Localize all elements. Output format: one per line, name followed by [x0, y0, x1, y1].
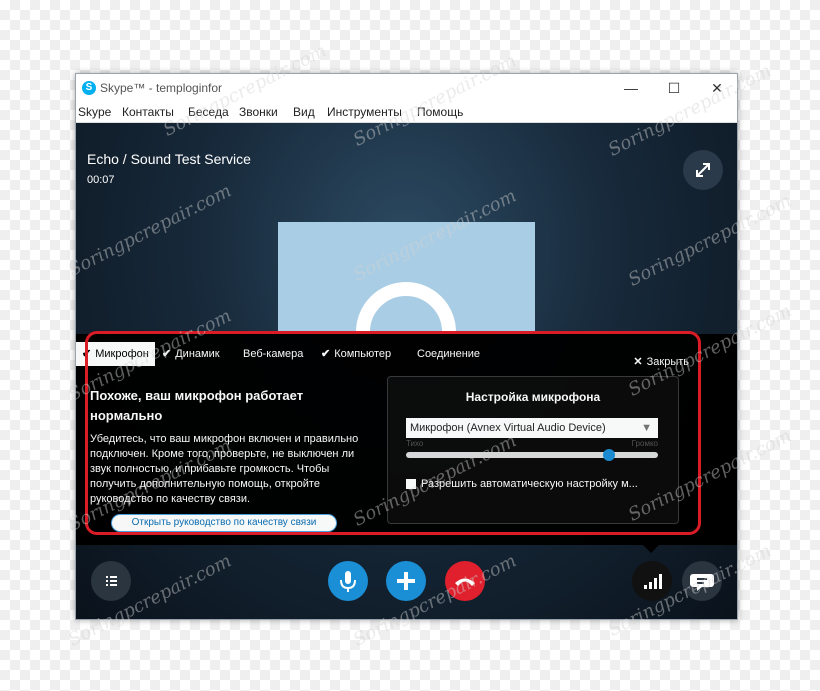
call-quality-button[interactable]	[632, 561, 672, 601]
menu-conversation[interactable]: Беседа	[188, 105, 229, 119]
skype-logo-icon: S	[82, 81, 96, 95]
list-icon	[106, 576, 117, 586]
mute-mic-button[interactable]	[328, 561, 368, 601]
contact-avatar	[278, 222, 535, 334]
title-bar: S Skype™ - temploginfor — ☐ ✕	[76, 74, 737, 102]
call-title: Echo / Sound Test Service	[87, 151, 251, 167]
close-window-button[interactable]: ✕	[697, 78, 737, 98]
hang-up-icon	[455, 578, 475, 586]
signal-strength-icon	[644, 574, 662, 589]
chat-button[interactable]	[682, 561, 722, 601]
menu-skype[interactable]: Skype	[78, 105, 111, 119]
highlight-frame	[85, 331, 701, 535]
chat-bubble-icon	[690, 574, 714, 591]
menu-help[interactable]: Помощь	[417, 105, 463, 119]
microphone-icon	[340, 571, 356, 592]
avatar-placeholder-icon	[356, 282, 456, 334]
plus-icon	[397, 572, 415, 590]
fullscreen-button[interactable]	[683, 150, 723, 190]
menu-bar: Skype Контакты Беседа Звонки Вид Инструм…	[76, 102, 737, 123]
menu-calls[interactable]: Звонки	[239, 105, 278, 119]
menu-tools[interactable]: Инструменты	[327, 105, 402, 119]
panel-pointer	[643, 545, 659, 553]
menu-view[interactable]: Вид	[293, 105, 315, 119]
add-participant-button[interactable]	[386, 561, 426, 601]
maximize-button[interactable]: ☐	[654, 78, 694, 98]
hang-up-button[interactable]	[445, 561, 485, 601]
menu-contacts[interactable]: Контакты	[122, 105, 174, 119]
call-duration: 00:07	[87, 174, 115, 186]
window-title: Skype™ - temploginfor	[100, 81, 223, 95]
minimize-button[interactable]: —	[611, 78, 651, 98]
expand-icon	[696, 163, 710, 177]
call-menu-button[interactable]	[91, 561, 131, 601]
